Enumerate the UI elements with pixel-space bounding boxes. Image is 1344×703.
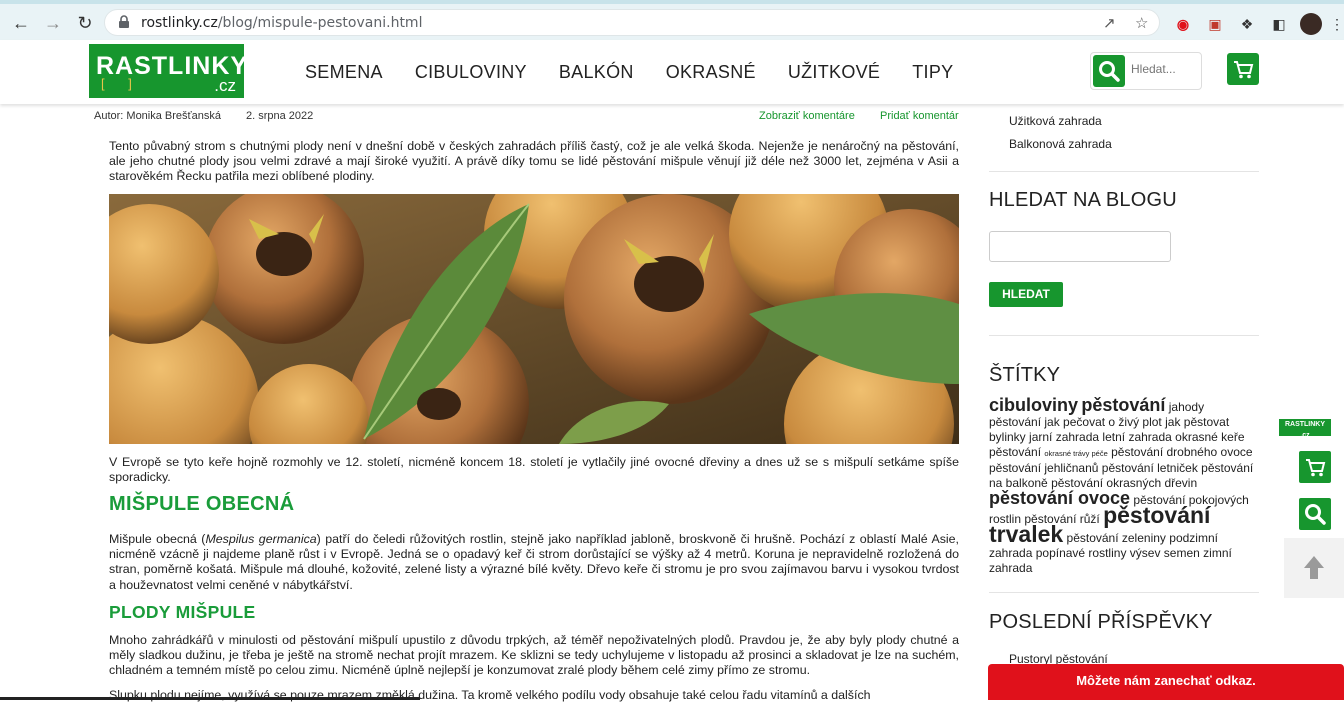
sidebar-search-heading: HLEDAT NA BLOGU [989, 189, 1177, 211]
cart-button[interactable] [1227, 53, 1259, 85]
tag-jarni-zahrada[interactable]: jarní zahrada [1029, 430, 1099, 444]
logo-domain: .cz [214, 76, 236, 95]
tag-okrasne-travy[interactable]: okrasné trávy péče [1044, 449, 1107, 458]
sidebar-divider [989, 171, 1259, 172]
tag-letni-zahrada[interactable]: letní zahrada [1102, 430, 1171, 444]
lock-icon [119, 15, 129, 28]
tag-jak-pestovat[interactable]: jak pěstovat [1165, 415, 1229, 429]
tag-pestovani-2[interactable]: pěstování [989, 445, 1041, 459]
pocket-extension-icon[interactable]: ▣ [1206, 15, 1224, 33]
profile-avatar[interactable] [1300, 13, 1322, 35]
medlar-fruit-photo [109, 194, 959, 444]
sidebar-link-balkonova[interactable]: Balkonová zahrada [1009, 137, 1112, 151]
floating-logo-domain: .cz [1300, 432, 1310, 439]
article-paragraph-4: Mnoho zahrádkářů v minulosti od pěstován… [109, 633, 959, 678]
leave-link-bar[interactable]: Môžete nám zanechať odkaz. [988, 664, 1344, 700]
article-intro: Tento půvabný strom s chutnými plody nen… [109, 139, 959, 184]
reload-icon[interactable]: ↻ [74, 12, 96, 34]
tag-drobne-ovoce[interactable]: pěstování drobného ovoce [1111, 445, 1252, 459]
add-comment-link[interactable]: Pridať komentár [880, 110, 959, 122]
tag-letnicky[interactable]: pěstování letniček [1102, 461, 1198, 475]
puzzle-extensions-icon[interactable]: ❖ [1238, 15, 1256, 33]
floating-cart-button[interactable] [1299, 451, 1331, 483]
adblock-extension-icon[interactable]: ◉ [1174, 15, 1192, 33]
back-arrow-icon[interactable]: ← [10, 12, 32, 34]
menu-item-tipy[interactable]: TIPY [912, 62, 953, 83]
side-panel-icon[interactable]: ◧ [1270, 15, 1288, 33]
show-comments-link[interactable]: Zobraziť komentáre [759, 110, 855, 122]
article-paragraph-3: Mišpule obecná (Mespilus germanica) patř… [109, 532, 959, 593]
sidebar-search-input[interactable] [989, 231, 1171, 262]
search-icon [1305, 504, 1326, 525]
menu-item-uzitkove[interactable]: UŽITKOVÉ [788, 62, 880, 83]
browser-toolbar: ← → ↻ rostlinky.cz/blog/mispule-pestovan… [0, 0, 1344, 40]
article-date: 2. srpna 2022 [246, 110, 314, 122]
heading-mispule-obecna: MIŠPULE OBECNÁ [109, 493, 295, 515]
para3-start: Mišpule obecná ( [109, 532, 206, 546]
article-paragraph-5: Slupku plodu nejíme, využívá se pouze mr… [109, 688, 871, 702]
url-path: /blog/mispule-pestovani.html [217, 15, 423, 31]
menu-item-okrasne[interactable]: OKRASNÉ [666, 62, 756, 83]
tag-okrasne-kere[interactable]: okrasné keře [1175, 430, 1244, 444]
sidebar-divider [989, 592, 1259, 593]
header-search [1090, 52, 1202, 90]
sidebar-link-uzitkova[interactable]: Užitková zahrada [1009, 114, 1102, 128]
article-meta: Autor: Monika Brešťanská 2. srpna 2022 Z… [94, 110, 960, 124]
floating-logo-text: RASTLINKY [1284, 421, 1326, 428]
cart-icon [1306, 459, 1326, 477]
heading-plody-mispule: PLODY MIŠPULE [109, 602, 256, 622]
share-icon[interactable]: ↗ [1103, 14, 1116, 32]
header-search-input[interactable] [1131, 62, 1195, 76]
site-header: RASTLINKY [ ] .cz SEMENA CIBULOVINY BALK… [0, 40, 1344, 104]
cart-icon [1234, 61, 1254, 79]
floating-logo[interactable]: RASTLINKY .cz [1279, 419, 1331, 439]
scroll-to-top-button[interactable] [1284, 538, 1344, 598]
sidebar-search-button[interactable]: HLEDAT [989, 282, 1063, 307]
header-search-button[interactable] [1093, 55, 1125, 87]
tag-vysev-semen[interactable]: výsev semen [1130, 546, 1200, 560]
tag-bylinky[interactable]: bylinky [989, 430, 1026, 444]
tag-zelenina[interactable]: pěstování zeleniny [1067, 531, 1166, 545]
search-icon [1099, 61, 1120, 82]
arrow-up-icon [1304, 556, 1324, 579]
url-text: rostlinky.cz/blog/mispule-pestovani.html [141, 15, 422, 31]
tags-heading: ŠTÍTKY [989, 364, 1061, 386]
floating-search-button[interactable] [1299, 498, 1331, 530]
site-logo[interactable]: RASTLINKY [ ] .cz [89, 44, 247, 98]
main-menu: SEMENA CIBULOVINY BALKÓN OKRASNÉ UŽITKOV… [305, 62, 953, 83]
latin-name: Mespilus germanica [205, 532, 317, 546]
sidebar-divider [989, 335, 1259, 336]
menu-item-cibuloviny[interactable]: CIBULOVINY [415, 62, 527, 83]
recent-posts-heading: POSLEDNÍ PŘÍSPĚVKY [989, 611, 1213, 633]
tag-cibuloviny[interactable]: cibuloviny [989, 395, 1078, 415]
tag-jahody[interactable]: jahody [1169, 400, 1204, 414]
url-host: rostlinky.cz [141, 15, 218, 31]
tag-popinave-rostliny[interactable]: popínavé rostliny [1036, 546, 1127, 560]
tag-jehlicnany[interactable]: pěstování jehličnanů [989, 461, 1098, 475]
medlar-fruit-image [109, 194, 959, 444]
tag-zivy-plot[interactable]: pěstování jak pečovat o živý plot [989, 415, 1162, 429]
menu-item-balkon[interactable]: BALKÓN [559, 62, 634, 83]
tag-cloud: cibuloviny pěstování jahody pěstování ja… [989, 395, 1259, 576]
article-paragraph-2: V Evropě se tyto keře hojně rozmohly ve … [109, 455, 959, 485]
logo-brackets: [ ] [101, 76, 142, 91]
tag-pestovani[interactable]: pěstování [1081, 395, 1165, 415]
forward-arrow-icon[interactable]: → [42, 12, 64, 34]
menu-item-semena[interactable]: SEMENA [305, 62, 383, 83]
browser-menu-icon[interactable]: ⋮ [1328, 15, 1344, 33]
article-author: Autor: Monika Brešťanská [94, 110, 222, 122]
bookmark-star-icon[interactable]: ☆ [1135, 14, 1148, 32]
address-bar[interactable]: rostlinky.cz/blog/mispule-pestovani.html… [104, 9, 1160, 36]
